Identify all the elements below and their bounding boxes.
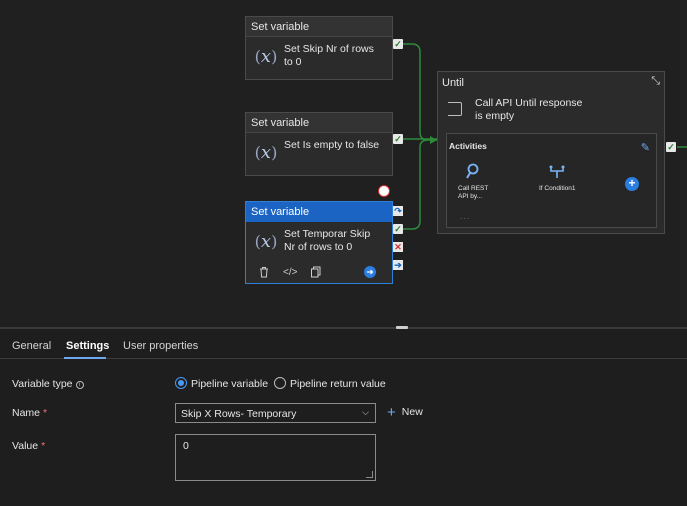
- properties-panel: General Settings User properties Variabl…: [0, 329, 687, 506]
- variable-icon: (x): [254, 142, 278, 163]
- until-activity[interactable]: Until ⤡ Call API Until response is empty…: [437, 71, 665, 234]
- info-icon[interactable]: i: [75, 381, 84, 389]
- node-action-bar: </>: [246, 264, 392, 284]
- loop-icon: [448, 102, 462, 116]
- set-variable-node-3[interactable]: Set variable (x) Set Temporar Skip Nr of…: [245, 201, 393, 284]
- node-body: (x) Set Skip Nr of rows to 0: [246, 37, 392, 79]
- code-icon[interactable]: </>: [283, 266, 297, 280]
- edit-pencil-icon[interactable]: ✎: [641, 141, 650, 154]
- search-icon: [466, 163, 480, 182]
- name-dropdown[interactable]: Skip X Rows- Temporary ⌵: [175, 403, 376, 423]
- failure-port-icon[interactable]: ✕: [393, 242, 403, 252]
- success-port-icon[interactable]: ✓: [666, 142, 676, 152]
- branch-icon: [548, 165, 566, 182]
- activities-label: Activities: [449, 141, 487, 151]
- copy-icon[interactable]: [309, 266, 323, 280]
- value-textarea[interactable]: 0: [175, 434, 376, 481]
- set-variable-node-2[interactable]: Set variable (x) Set Is empty to false: [245, 112, 393, 176]
- set-variable-node-1[interactable]: Set variable (x) Set Skip Nr of rows to …: [245, 16, 393, 80]
- variable-type-text: Variable type: [12, 378, 73, 390]
- tab-settings[interactable]: Settings: [66, 340, 109, 352]
- required-marker: *: [41, 440, 46, 452]
- radio-pipeline-return-value-label[interactable]: Pipeline return value: [290, 378, 386, 390]
- delete-icon[interactable]: [257, 266, 271, 280]
- node-description: Set Temporar Skip Nr of rows to 0: [284, 228, 371, 253]
- resize-grip-icon[interactable]: [366, 471, 373, 478]
- new-variable-button[interactable]: + New: [387, 404, 423, 422]
- connector-arrowhead: [430, 136, 437, 144]
- variable-type-label: Variable type i: [12, 378, 84, 390]
- pipeline-canvas[interactable]: Set variable (x) Set Skip Nr of rows to …: [0, 0, 687, 327]
- radio-pipeline-variable-label[interactable]: Pipeline variable: [191, 378, 268, 390]
- more-dots-icon: ...: [460, 211, 471, 221]
- app-root: Set variable (x) Set Skip Nr of rows to …: [0, 0, 687, 506]
- node-header: Set variable: [246, 202, 392, 222]
- collapse-icon[interactable]: ⤡: [651, 75, 660, 88]
- value-label: Value *: [12, 440, 45, 452]
- node-description: Set Skip Nr of rows to 0: [284, 43, 374, 68]
- tab-general[interactable]: General: [12, 340, 51, 352]
- tab-bar: General Settings User properties: [0, 329, 687, 359]
- node-description: Set Is empty to false: [284, 139, 380, 151]
- connector-node1-until: [403, 43, 437, 141]
- inner-activity-if[interactable]: If Condition1: [539, 185, 579, 193]
- success-port-icon[interactable]: ✓: [393, 39, 403, 49]
- name-dropdown-value: Skip X Rows- Temporary: [181, 408, 297, 420]
- skip-port-icon[interactable]: ↷: [393, 206, 403, 216]
- inner-activity-rest[interactable]: Call REST API by...: [458, 185, 494, 201]
- add-activity-icon[interactable]: +: [625, 177, 639, 191]
- plus-icon: +: [387, 404, 396, 421]
- until-header: Until: [442, 77, 465, 89]
- value-label-text: Value: [12, 440, 39, 452]
- radio-pipeline-variable[interactable]: [175, 377, 187, 389]
- completion-port-icon[interactable]: ➔: [393, 260, 403, 270]
- name-label: Name *: [12, 407, 47, 419]
- node-body: (x) Set Is empty to false: [246, 133, 392, 175]
- variable-icon: (x): [254, 46, 278, 67]
- new-button-label: New: [401, 406, 423, 418]
- failure-endpoint-icon[interactable]: [378, 185, 390, 197]
- run-arrow-icon[interactable]: [363, 266, 377, 280]
- radio-pipeline-return-value[interactable]: [274, 377, 286, 389]
- name-label-text: Name: [12, 407, 41, 419]
- variable-icon: (x): [254, 231, 278, 252]
- value-textarea-text: 0: [183, 440, 189, 452]
- tab-user-properties[interactable]: User properties: [123, 340, 198, 352]
- until-description: Call API Until response is empty: [475, 97, 583, 122]
- connector-node3-until: [403, 139, 429, 230]
- node-header: Set variable: [246, 113, 392, 133]
- required-marker: *: [43, 407, 48, 419]
- node-header: Set variable: [246, 17, 392, 37]
- node-body: (x) Set Temporar Skip Nr of rows to 0: [246, 222, 392, 264]
- active-tab-indicator: [64, 357, 106, 359]
- success-port-icon[interactable]: ✓: [393, 224, 403, 234]
- chevron-down-icon: ⌵: [362, 407, 369, 417]
- success-port-icon[interactable]: ✓: [393, 134, 403, 144]
